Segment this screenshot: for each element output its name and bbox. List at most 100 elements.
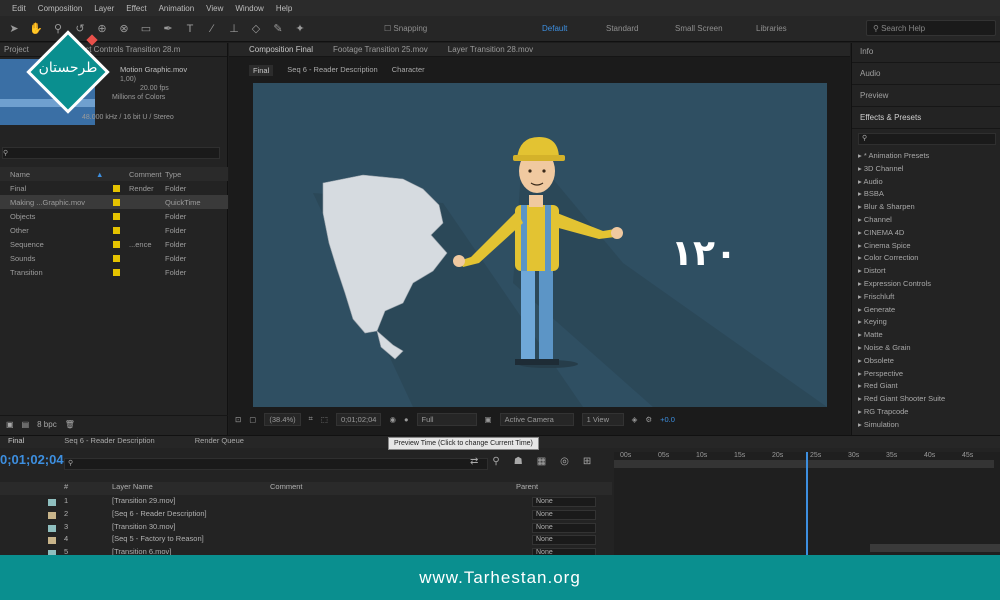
menu-help[interactable]: Help [276, 4, 292, 13]
clone-tool-icon[interactable]: ⊥ [226, 21, 242, 37]
effect-category[interactable]: ▸ Keying [858, 317, 887, 326]
always-preview-icon[interactable]: ⊡ [235, 415, 241, 424]
effect-category[interactable]: ▸ Generate [858, 305, 895, 314]
effect-category[interactable]: ▸ Simulation [858, 420, 899, 429]
menu-layer[interactable]: Layer [94, 4, 114, 13]
layer-row[interactable]: 2 [Seq 6 - Reader Description] None [0, 509, 612, 522]
current-time-display[interactable]: 0;01;02;04 [335, 412, 382, 426]
project-item[interactable]: Sounds Folder [0, 251, 228, 265]
column-layer-name[interactable]: Layer Name [112, 482, 153, 491]
layer-name[interactable]: [Seq 6 - Reader Description] [112, 509, 207, 518]
exposure-value[interactable]: +0.0 [660, 415, 675, 424]
panel-audio[interactable]: Audio [852, 65, 1000, 85]
effect-category[interactable]: ▸ BSBA [858, 189, 884, 198]
project-item[interactable]: Sequence ...ence Folder [0, 237, 228, 251]
snapping-checkbox[interactable]: ☐ Snapping [384, 24, 427, 33]
site-url[interactable]: www.Tarhestan.org [419, 568, 581, 588]
effect-category[interactable]: ▸ Matte [858, 330, 883, 339]
layer-row[interactable]: 1 [Transition 29.mov] None [0, 496, 612, 509]
tab-composition-final[interactable]: Composition Final [249, 45, 313, 54]
effect-category[interactable]: ▸ Frischluft [858, 292, 894, 301]
effect-category[interactable]: ▸ Channel [858, 215, 892, 224]
menu-effect[interactable]: Effect [126, 4, 146, 13]
layer-name[interactable]: [Seq 5 - Factory to Reason] [112, 534, 204, 543]
workspace-default[interactable]: Default [542, 24, 567, 33]
layer-parent-dropdown[interactable]: None [532, 522, 596, 533]
graph-editor-icon[interactable]: ⊞ [583, 456, 591, 467]
tab-footage[interactable]: Footage Transition 25.mov [333, 45, 428, 54]
breadcrumb-character[interactable]: Character [392, 65, 425, 76]
menu-animation[interactable]: Animation [159, 4, 195, 13]
motion-blur-icon[interactable]: ◎ [560, 456, 569, 467]
brush-tool-icon[interactable]: ∕ [204, 21, 220, 37]
timeline-tab-final[interactable]: Final [8, 436, 24, 448]
interpret-footage-icon[interactable]: ▣ [6, 420, 14, 429]
effect-category[interactable]: ▸ Color Correction [858, 253, 918, 262]
timeline-tab-seq6[interactable]: Seq 6 - Reader Description [64, 436, 154, 448]
grid-icon[interactable]: ⌗ [309, 414, 313, 424]
breadcrumb-seq6[interactable]: Seq 6 - Reader Description [287, 65, 377, 76]
views-dropdown[interactable]: 1 View [581, 412, 624, 426]
menu-composition[interactable]: Composition [38, 4, 82, 13]
menu-view[interactable]: View [206, 4, 223, 13]
workspace-libraries[interactable]: Libraries [756, 24, 787, 33]
resolution-dropdown[interactable]: Full [416, 412, 477, 426]
layer-label-swatch[interactable] [48, 537, 56, 545]
timeline-search-input[interactable]: ⚲ [64, 458, 488, 470]
effects-search-input[interactable]: ⚲ [858, 133, 996, 145]
frame-blending-icon[interactable]: ▦ [537, 456, 546, 467]
panel-info[interactable]: Info [852, 43, 1000, 63]
time-ruler-area[interactable]: 00s 05s 10s 15s 20s 25s 30s 35s 40s 45s [614, 452, 1000, 556]
effect-category[interactable]: ▸ Cinema Spice [858, 241, 911, 250]
bpc-label[interactable]: 8 bpc [37, 420, 57, 429]
comp-mini-flowchart-icon[interactable]: ⇄ [470, 456, 478, 467]
composition-viewer[interactable]: ١٢٠ [253, 83, 827, 407]
pen-tool-icon[interactable]: ✒ [160, 21, 176, 37]
menu-window[interactable]: Window [235, 4, 263, 13]
timeline-timecode[interactable]: 0;01;02;04 [0, 452, 64, 467]
layer-label-swatch[interactable] [48, 499, 56, 506]
draft-3d-icon[interactable]: ⚲ [492, 456, 499, 467]
trash-icon[interactable]: 🗑 [65, 420, 75, 429]
playhead[interactable] [806, 452, 808, 556]
type-tool-icon[interactable]: T [182, 21, 198, 37]
snapshot-icon[interactable]: ◉ [389, 415, 396, 424]
reset-exposure-icon[interactable]: ⚙ [645, 415, 652, 424]
effect-category[interactable]: ▸ Distort [858, 266, 886, 275]
effect-category[interactable]: ▸ Obsolete [858, 356, 894, 365]
tab-layer[interactable]: Layer Transition 28.mov [448, 45, 533, 54]
project-item[interactable]: Other Folder [0, 223, 228, 237]
menu-edit[interactable]: Edit [12, 4, 26, 13]
camera-dropdown[interactable]: Active Camera [499, 412, 574, 426]
column-name[interactable]: Name [10, 170, 30, 179]
toggle-3d-icon[interactable]: ◈ [632, 415, 638, 424]
column-comment[interactable]: Comment [270, 482, 303, 491]
pan-behind-tool-icon[interactable]: ⊗ [116, 21, 132, 37]
effect-category[interactable]: ▸ Blur & Sharpen [858, 202, 915, 211]
workspace-small-screen[interactable]: Small Screen [675, 24, 723, 33]
channel-icon[interactable]: ● [404, 415, 409, 424]
work-area-bar[interactable] [614, 460, 994, 468]
layer-row[interactable]: 4 [Seq 5 - Factory to Reason] None [0, 534, 612, 547]
effect-category[interactable]: ▸ Expression Controls [858, 279, 931, 288]
roto-tool-icon[interactable]: ✎ [270, 21, 286, 37]
rectangle-tool-icon[interactable]: ▭ [138, 21, 154, 37]
layer-parent-dropdown[interactable]: None [532, 535, 596, 546]
project-item[interactable]: Objects Folder [0, 209, 228, 223]
layer-label-swatch[interactable] [48, 524, 56, 532]
puppet-tool-icon[interactable]: ✦ [292, 21, 308, 37]
project-item[interactable]: Transition Folder [0, 265, 228, 279]
effect-category[interactable]: ▸ Noise & Grain [858, 343, 911, 352]
timeline-tab-render-queue[interactable]: Render Queue [195, 436, 244, 448]
effect-category[interactable]: ▸ Red Giant [858, 381, 898, 390]
panel-effects-presets[interactable]: Effects & Presets [852, 109, 1000, 129]
sort-arrow-icon[interactable]: ▲ [96, 170, 103, 179]
workspace-standard[interactable]: Standard [606, 24, 638, 33]
project-item[interactable]: Making ...Graphic.mov QuickTime [0, 195, 228, 209]
effect-category[interactable]: ▸ Perspective [858, 369, 903, 378]
effect-category[interactable]: ▸ 3D Channel [858, 164, 903, 173]
column-comment[interactable]: Comment [129, 170, 162, 179]
toggle-mask-icon[interactable]: ▢ [249, 415, 256, 424]
layer-name[interactable]: [Transition 30.mov] [112, 522, 176, 531]
breadcrumb-final[interactable]: Final [249, 65, 274, 76]
